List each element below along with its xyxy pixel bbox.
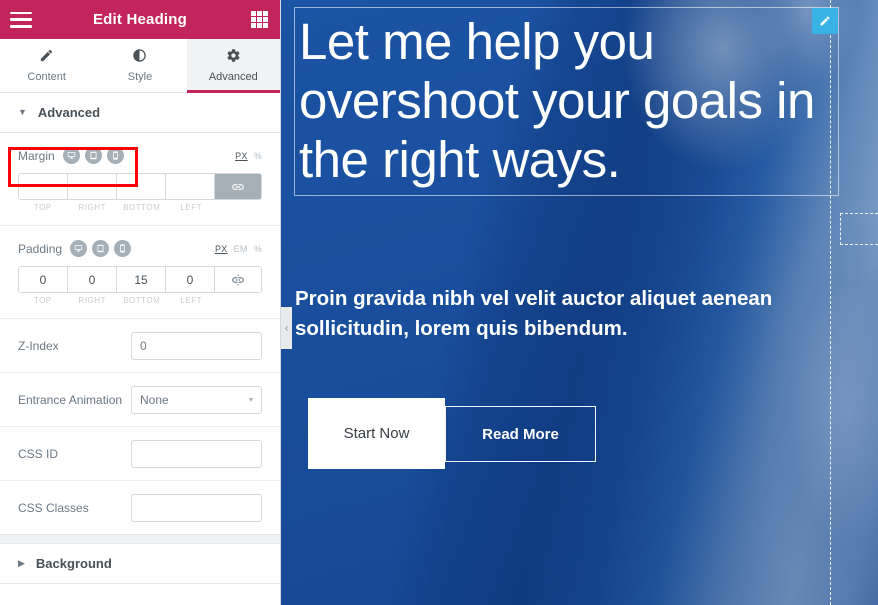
- legend-left: LEFT: [180, 296, 203, 305]
- panel-body: ▼ Advanced Margin PX % TOP RIGHT BOTTOM …: [0, 93, 280, 605]
- tab-content[interactable]: Content: [0, 39, 93, 92]
- start-now-button[interactable]: Start Now: [308, 398, 445, 469]
- legend-spacer: [216, 296, 262, 305]
- margin-inputs: [18, 173, 262, 200]
- unit-percent[interactable]: %: [254, 151, 262, 161]
- panel-collapse-handle[interactable]: ‹: [281, 307, 292, 349]
- entrance-animation-select[interactable]: None ▾: [131, 385, 262, 414]
- legend-spacer: [216, 203, 262, 212]
- margin-label: Margin: [18, 148, 55, 163]
- css-id-label: CSS ID: [18, 446, 59, 461]
- entrance-animation-row: Entrance Animation None ▾: [18, 373, 262, 426]
- margin-legend: TOP RIGHT BOTTOM LEFT: [18, 200, 262, 225]
- margin-top-input[interactable]: [19, 174, 68, 199]
- hero-subheading: Proin gravida nibh vel velit auctor aliq…: [295, 287, 773, 340]
- gear-icon: [226, 48, 241, 66]
- legend-top: TOP: [33, 203, 52, 212]
- z-index-label: Z-Index: [18, 338, 59, 353]
- pencil-icon: [39, 48, 54, 66]
- desktop-icon[interactable]: [62, 147, 80, 164]
- desktop-icon[interactable]: [70, 240, 88, 257]
- hero-button-group: Start Now Read More: [308, 398, 596, 469]
- panel-tabs: Content Style Advanced: [0, 39, 280, 93]
- entrance-animation-label: Entrance Animation: [18, 392, 123, 407]
- editor-panel: Edit Heading Content Style Advanced ▼ Ad…: [0, 0, 281, 605]
- control-css-classes: CSS Classes: [0, 481, 280, 534]
- edit-widget-pencil-icon[interactable]: [812, 8, 838, 34]
- padding-label: Padding: [18, 241, 63, 256]
- tab-style[interactable]: Style: [93, 39, 186, 92]
- unit-px[interactable]: PX: [235, 151, 248, 161]
- padding-left-input[interactable]: [166, 267, 215, 292]
- legend-bottom: BOTTOM: [123, 203, 161, 212]
- css-classes-input[interactable]: [131, 493, 262, 522]
- chevron-right-icon: ▶: [18, 558, 25, 568]
- control-padding: Padding PX EM % 0 0 15 0 TOP RIGHT BOTTO…: [0, 226, 280, 319]
- read-more-button[interactable]: Read More: [445, 406, 596, 462]
- legend-top: TOP: [33, 296, 52, 305]
- padding-right-input[interactable]: [68, 267, 117, 292]
- margin-bottom-input[interactable]: [117, 174, 166, 199]
- tab-label: Advanced: [208, 71, 258, 83]
- margin-header: Margin PX %: [18, 133, 262, 164]
- chevron-down-icon: ▾: [248, 395, 253, 404]
- mobile-icon[interactable]: [114, 240, 132, 257]
- padding-top-input[interactable]: [19, 267, 68, 292]
- padding-legend: TOP RIGHT BOTTOM LEFT: [18, 293, 262, 318]
- section-title: Background: [35, 556, 112, 571]
- grid-icon[interactable]: [251, 11, 268, 28]
- css-id-input[interactable]: [131, 439, 262, 468]
- entrance-animation-value: None: [140, 392, 169, 407]
- css-classes-row: CSS Classes: [18, 481, 262, 534]
- hero-heading: Let me help you overshoot your goals in …: [299, 13, 815, 188]
- unit-em[interactable]: EM: [234, 244, 248, 254]
- css-id-row: CSS ID: [18, 427, 262, 480]
- legend-bottom: BOTTOM: [123, 296, 161, 305]
- legend-right: RIGHT: [78, 296, 106, 305]
- padding-units: PX EM %: [215, 244, 262, 254]
- padding-bottom-input[interactable]: [117, 267, 166, 292]
- control-css-id: CSS ID: [0, 427, 280, 481]
- contrast-icon: [132, 48, 147, 66]
- unit-px[interactable]: PX: [215, 244, 228, 254]
- preview-canvas: ‹ Let me help you overshoot your goals i…: [281, 0, 878, 605]
- panel-header: Edit Heading: [0, 0, 280, 39]
- margin-link-icon[interactable]: [215, 174, 261, 199]
- z-index-input[interactable]: [131, 331, 262, 360]
- legend-right: RIGHT: [78, 203, 106, 212]
- hero-section: Let me help you overshoot your goals in …: [294, 0, 878, 605]
- section-advanced-header[interactable]: ▼ Advanced: [0, 93, 280, 133]
- margin-device-toggles: [62, 147, 124, 164]
- control-entrance-animation: Entrance Animation None ▾: [0, 373, 280, 427]
- unit-percent[interactable]: %: [254, 244, 262, 254]
- tab-label: Content: [27, 71, 66, 83]
- z-index-row: Z-Index: [18, 319, 262, 372]
- panel-divider: [0, 534, 280, 544]
- legend-left: LEFT: [180, 203, 203, 212]
- heading-widget[interactable]: Let me help you overshoot your goals in …: [294, 7, 839, 196]
- section-title: Advanced: [37, 105, 101, 120]
- hamburger-icon[interactable]: [10, 11, 32, 28]
- tab-advanced[interactable]: Advanced: [186, 39, 280, 93]
- margin-units: PX %: [235, 151, 262, 161]
- control-margin: Margin PX % TOP RIGHT BOTTOM LEFT: [0, 133, 280, 226]
- margin-right-input[interactable]: [68, 174, 117, 199]
- tablet-icon[interactable]: [84, 147, 102, 164]
- mobile-icon[interactable]: [106, 147, 124, 164]
- css-classes-label: CSS Classes: [18, 500, 89, 515]
- padding-header: Padding PX EM %: [18, 226, 262, 257]
- padding-broken-link-icon[interactable]: [215, 267, 261, 292]
- section-background-header[interactable]: ▶ Background: [0, 544, 280, 584]
- control-z-index: Z-Index: [0, 319, 280, 373]
- panel-title: Edit Heading: [92, 11, 188, 28]
- padding-inputs: [18, 266, 262, 293]
- elementor-editor: Edit Heading Content Style Advanced ▼ Ad…: [0, 0, 878, 605]
- chevron-down-icon: ▼: [18, 107, 27, 117]
- margin-left-input[interactable]: [166, 174, 215, 199]
- padding-device-toggles: [70, 240, 132, 257]
- tablet-icon[interactable]: [92, 240, 110, 257]
- tab-label: Style: [127, 71, 153, 83]
